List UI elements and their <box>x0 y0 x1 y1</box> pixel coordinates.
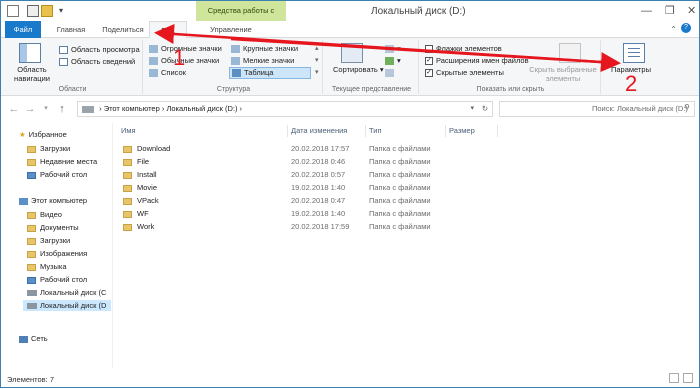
annotation-number-2: 2 <box>625 71 638 96</box>
arrow-to-view-tab <box>154 24 617 65</box>
annotation-number-1: 1 <box>173 45 186 70</box>
explorer-window: ▾ Средства работы с дисками Локальный ди… <box>0 0 700 388</box>
annotation-arrows <box>154 24 621 73</box>
